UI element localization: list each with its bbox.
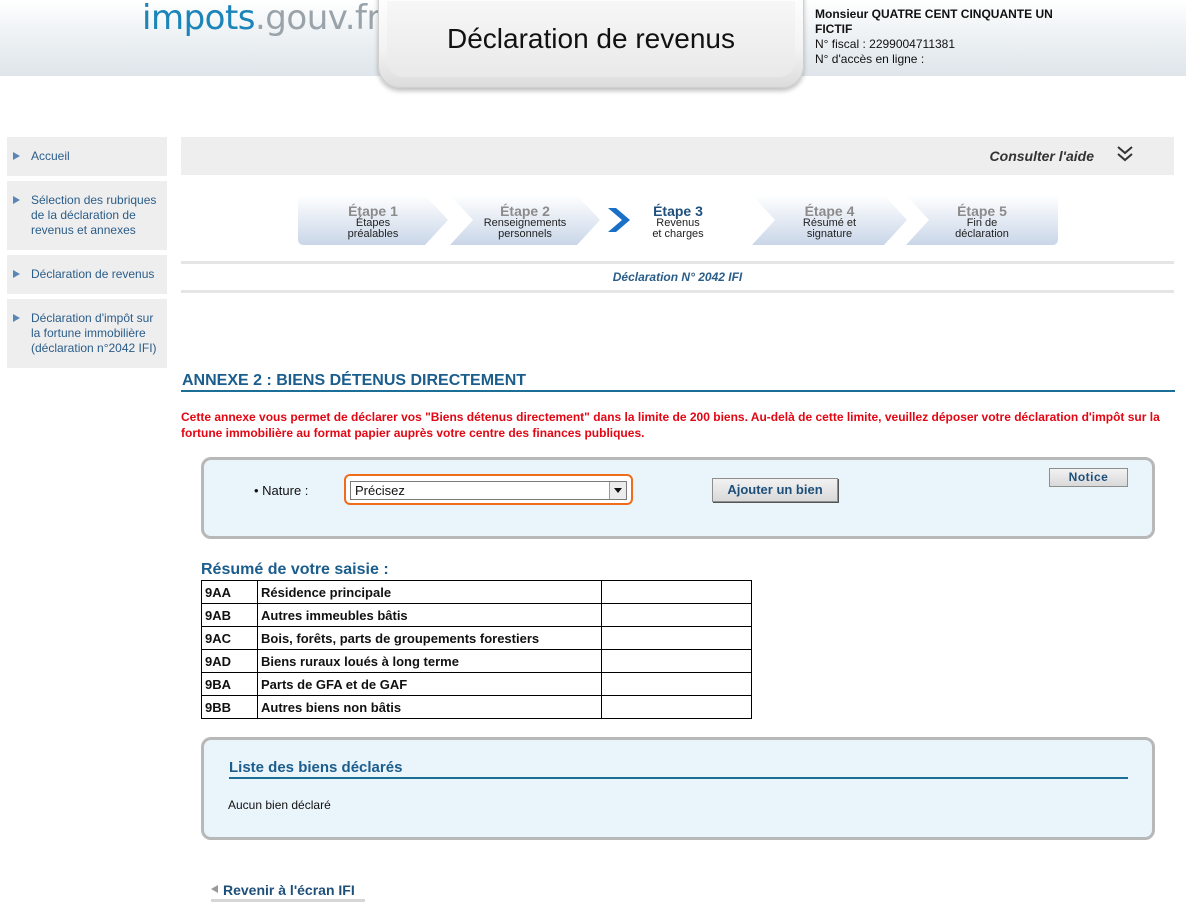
row-value [601, 626, 752, 650]
add-property-button[interactable]: Ajouter un bien [712, 478, 838, 502]
row-code: 9BB [201, 695, 258, 719]
arrow-right-icon [13, 152, 20, 160]
sidebar-item-label: Déclaration d'impôt sur la fortune immob… [31, 311, 157, 355]
divider [181, 261, 1174, 264]
declared-properties-title: Liste des biens déclarés [229, 759, 403, 776]
page-title: Déclaration de revenus [387, 1, 795, 77]
step-subtitle: Revenus et charges [652, 217, 704, 240]
help-link[interactable]: Consulter l'aide [990, 148, 1094, 164]
sidebar-item-selection-rubriques[interactable]: Sélection des rubriques de la déclaratio… [7, 181, 167, 250]
sidebar-item-label: Déclaration de revenus [31, 267, 155, 281]
row-label: Autres biens non bâtis [257, 695, 602, 719]
annexe-intro-warning: Cette annexe vous permet de déclarer vos… [181, 410, 1160, 440]
annexe-title: ANNEXE 2 : BIENS DÉTENUS DIRECTEMENT [182, 372, 527, 389]
step-5: Étape 5 Fin de déclaration [906, 195, 1058, 245]
declared-properties-panel [201, 737, 1155, 840]
nature-select-value: Précisez [355, 483, 405, 498]
site-logo[interactable]: impots.gouv.fr [142, 0, 380, 36]
back-link-label: Revenir à l'écran IFI [223, 882, 355, 898]
table-row: 9AC Bois, forêts, parts de groupements f… [201, 626, 752, 650]
notice-button[interactable]: Notice [1049, 468, 1128, 487]
double-chevron-down-icon[interactable] [1116, 144, 1134, 169]
step-subtitle: Fin de déclaration [955, 217, 1009, 240]
table-row: 9AD Biens ruraux loués à long terme [201, 649, 752, 673]
fiscal-number: N° fiscal : 2299004711381 [815, 37, 956, 51]
arrow-left-icon [211, 885, 218, 893]
divider [181, 290, 1174, 293]
sidebar-item-label: Sélection des rubriques de la déclaratio… [31, 193, 157, 237]
step-subtitle: Résumé et signature [802, 217, 857, 240]
help-bar: Consulter l'aide [181, 137, 1174, 175]
row-code: 9AC [201, 626, 258, 650]
row-value [601, 580, 752, 604]
table-row: 9BA Parts de GFA et de GAF [201, 672, 752, 696]
dropdown-arrow-icon[interactable] [609, 482, 626, 499]
declared-properties-underline [229, 777, 1128, 779]
step-4: Étape 4 Résumé et signature [752, 195, 907, 245]
nature-label: • Nature : [254, 483, 309, 498]
row-code: 9AA [201, 580, 258, 604]
table-row: 9BB Autres biens non bâtis [201, 695, 752, 719]
step-2: Étape 2 Renseignements personnels [450, 195, 600, 245]
table-row: 9AB Autres immeubles bâtis [201, 603, 752, 627]
table-row: 9AA Résidence principale [201, 580, 752, 604]
row-code: 9AB [201, 603, 258, 627]
sidebar-item-declaration-ifi[interactable]: Déclaration d'impôt sur la fortune immob… [7, 299, 167, 368]
row-code: 9BA [201, 672, 258, 696]
resume-table: 9AA Résidence principale 9AB Autres imme… [201, 580, 752, 719]
row-value [601, 695, 752, 719]
arrow-right-icon [13, 314, 20, 322]
sidebar-item-label: Accueil [31, 149, 70, 163]
row-value [601, 649, 752, 673]
logo-text-part2: .gouv.fr [255, 0, 380, 38]
sidebar-item-accueil[interactable]: Accueil [7, 137, 167, 176]
annexe-title-underline [181, 390, 1175, 392]
step-subtitle: Renseignements personnels [483, 217, 567, 240]
access-number: N° d'accès en ligne : [815, 52, 925, 66]
arrow-right-icon [13, 196, 20, 204]
row-label: Bois, forêts, parts de groupements fores… [257, 626, 602, 650]
declared-properties-empty: Aucun bien déclaré [228, 798, 331, 812]
nature-select[interactable]: Précisez [350, 481, 627, 500]
nature-select-focus-ring: Précisez [344, 474, 633, 505]
back-link-underline [211, 899, 365, 902]
row-value [601, 603, 752, 627]
arrow-right-icon [13, 270, 20, 278]
page-title-box: Déclaration de revenus [378, 0, 804, 88]
row-label: Biens ruraux loués à long terme [257, 649, 602, 673]
resume-title: Résumé de votre saisie : [201, 561, 389, 578]
row-label: Parts de GFA et de GAF [257, 672, 602, 696]
step-3-current: Étape 3 Revenus et charges [603, 195, 753, 245]
user-name: Monsieur QUATRE CENT CINQUANTE UN FICTIF [815, 7, 1053, 36]
row-label: Autres immeubles bâtis [257, 603, 602, 627]
step-subtitle: Étapes préalables [347, 217, 399, 240]
step-1: Étape 1 Étapes préalables [298, 195, 448, 245]
row-label: Résidence principale [257, 580, 602, 604]
user-info: Monsieur QUATRE CENT CINQUANTE UN FICTIF… [815, 7, 1065, 67]
sidebar-item-declaration-revenus[interactable]: Déclaration de revenus [7, 255, 167, 294]
logo-text-part1: impots [142, 0, 256, 38]
row-value [601, 672, 752, 696]
declaration-number: Déclaration N° 2042 IFI [612, 270, 743, 284]
row-code: 9AD [201, 649, 258, 673]
